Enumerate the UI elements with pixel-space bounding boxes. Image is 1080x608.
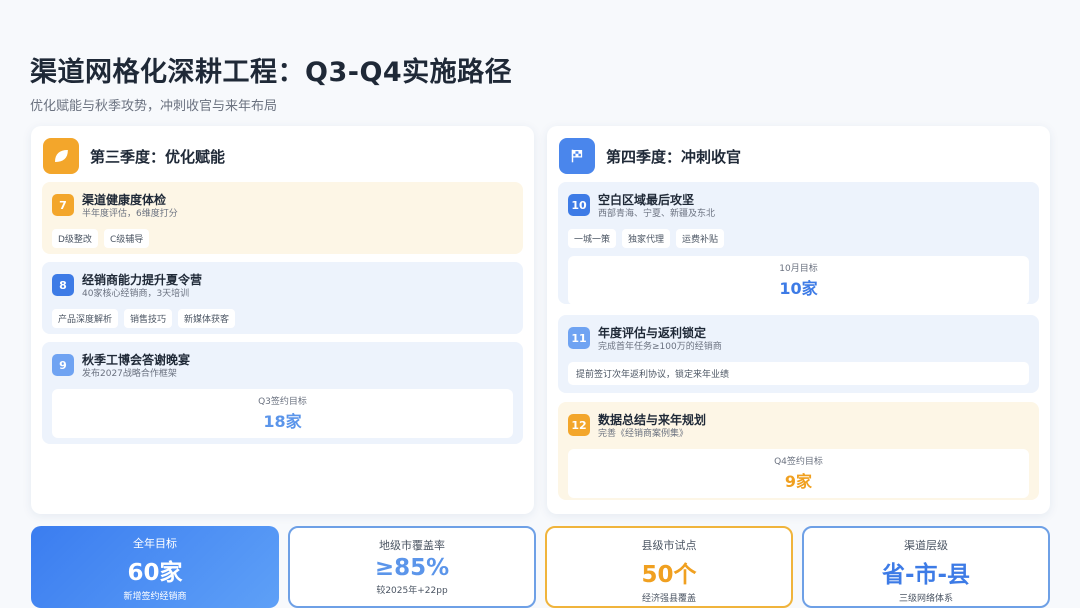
item-title: 渠道健康度体检	[82, 193, 167, 207]
tag: 运费补贴	[676, 229, 725, 248]
goal-box: Q4签约目标 9家	[568, 449, 1029, 498]
stat-value: 50个	[641, 562, 697, 588]
q4-item-10: 10 空白区域最后攻坚 西部青海、宁夏、新疆及东北 一城一策 独家代理 运费补贴…	[558, 182, 1039, 305]
tag: 产品深度解析	[52, 309, 119, 328]
stat-value: 省-市-县	[881, 562, 971, 588]
page-subtitle: 优化赋能与秋季攻势，冲刺收官与来年布局	[30, 99, 278, 114]
q4-panel: 第四季度：冲刺收官 10 空白区域最后攻坚 西部青海、宁夏、新疆及东北 一城一策…	[547, 126, 1050, 514]
goal-label: Q3签约目标	[258, 397, 307, 407]
item-desc: 西部青海、宁夏、新疆及东北	[598, 209, 716, 219]
q3-item-8: 8 经销商能力提升夏令营 40家核心经销商，3天培训 产品深度解析 销售技巧 新…	[42, 262, 523, 334]
item-number-badge: 11	[568, 327, 590, 349]
goal-box: 10月目标 10家	[568, 256, 1029, 305]
stat-value: 60家	[127, 560, 183, 586]
tag: C级辅导	[103, 229, 150, 248]
tag: D级整改	[52, 229, 98, 248]
item-number-badge: 12	[568, 414, 590, 436]
stat-annual-target: 全年目标 60家 新增签约经销商	[31, 526, 279, 608]
note-box: 提前签订次年返利协议，锁定来年业绩	[568, 362, 1029, 385]
item-number-badge: 10	[568, 194, 590, 216]
q3-item-9: 9 秋季工博会答谢晚宴 发布2027战略合作框架 Q3签约目标 18家	[42, 342, 523, 444]
item-desc: 完善《经销商案例集》	[598, 429, 689, 439]
item-number-badge: 8	[52, 274, 74, 296]
item-number-badge: 9	[52, 354, 74, 376]
q4-title: 第四季度：冲刺收官	[606, 147, 742, 166]
stat-note: 新增签约经销商	[123, 592, 187, 602]
goal-value: 9家	[784, 472, 813, 491]
item-desc: 完成首年任务≥100万的经销商	[598, 342, 722, 352]
q3-panel: 第三季度：优化赋能 7 渠道健康度体检 半年度评估，6维度打分 D级整改 C级辅…	[31, 126, 534, 514]
item-desc: 40家核心经销商，3天培训	[82, 289, 190, 299]
q3-header: 第三季度：优化赋能	[43, 138, 225, 174]
tag: 一城一策	[568, 229, 617, 248]
item-desc: 发布2027战略合作框架	[82, 369, 177, 379]
goal-label: Q4签约目标	[774, 457, 823, 467]
q3-title: 第三季度：优化赋能	[90, 147, 226, 166]
stat-channel-levels: 渠道层级 省-市-县 三级网络体系	[802, 526, 1050, 608]
stat-label: 全年目标	[133, 537, 177, 550]
item-title: 数据总结与来年规划	[598, 413, 707, 427]
goal-value: 18家	[263, 412, 302, 431]
stat-note: 经济强县覆盖	[641, 594, 696, 604]
goal-value: 10家	[779, 279, 818, 298]
item-title: 秋季工博会答谢晚宴	[82, 353, 191, 367]
stat-label: 县级市试点	[641, 539, 697, 552]
stat-value: ≥85%	[374, 555, 450, 581]
item-number-badge: 7	[52, 194, 74, 216]
tag: 销售技巧	[124, 309, 173, 328]
goal-box: Q3签约目标 18家	[52, 389, 513, 438]
q4-item-12: 12 数据总结与来年规划 完善《经销商案例集》 Q4签约目标 9家	[558, 402, 1039, 500]
tag: 独家代理	[622, 229, 671, 248]
page-title: 渠道网格化深耕工程：Q3-Q4实施路径	[30, 57, 513, 88]
q4-header: 第四季度：冲刺收官	[559, 138, 741, 174]
item-desc: 半年度评估，6维度打分	[82, 209, 178, 219]
leaf-icon	[43, 138, 79, 174]
item-title: 经销商能力提升夏令营	[82, 273, 203, 287]
flag-icon	[559, 138, 595, 174]
stat-county-pilot: 县级市试点 50个 经济强县覆盖	[545, 526, 793, 608]
stat-city-coverage: 地级市覆盖率 ≥85% 较2025年+22pp	[288, 526, 536, 608]
item-title: 年度评估与返利锁定	[598, 326, 707, 340]
stat-note: 三级网络体系	[898, 594, 953, 604]
q3-item-7: 7 渠道健康度体检 半年度评估，6维度打分 D级整改 C级辅导	[42, 182, 523, 254]
stat-note: 较2025年+22pp	[376, 586, 448, 596]
tag: 新媒体获客	[178, 309, 236, 328]
stat-label: 渠道层级	[904, 539, 948, 552]
stat-label: 地级市覆盖率	[379, 539, 445, 552]
item-title: 空白区域最后攻坚	[598, 193, 695, 207]
q4-item-11: 11 年度评估与返利锁定 完成首年任务≥100万的经销商 提前签订次年返利协议，…	[558, 315, 1039, 393]
goal-label: 10月目标	[779, 264, 818, 274]
